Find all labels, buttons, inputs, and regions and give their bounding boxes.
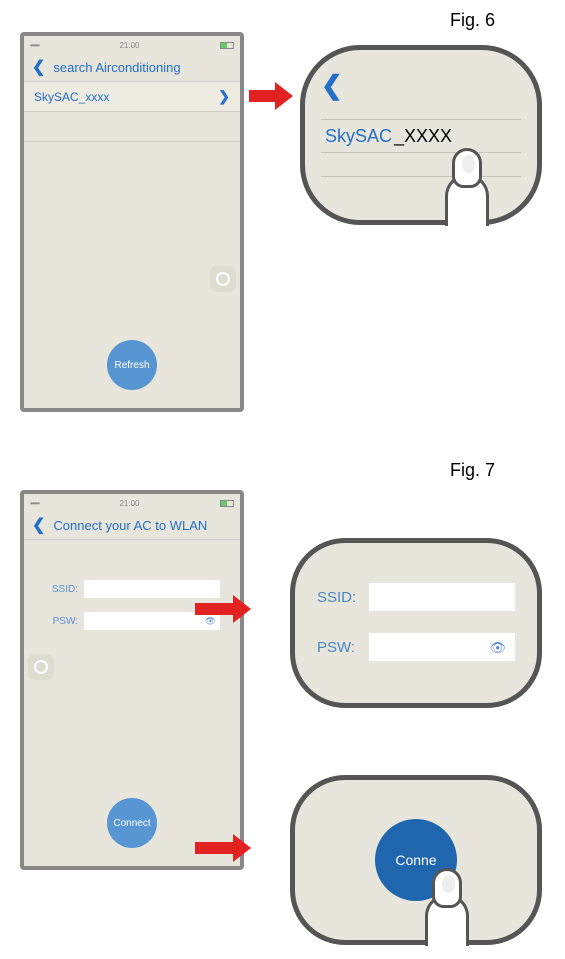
zoom-device-row: ❮ SkySAC _XXXX (300, 45, 542, 225)
connect-button[interactable]: Connect (107, 798, 157, 848)
list-row-empty (24, 112, 240, 142)
zoom-connect-button: Conne (290, 775, 542, 945)
figure-6-label: Fig. 6 (450, 10, 495, 31)
eye-icon[interactable]: 👁 (489, 640, 506, 656)
nav-title: Connect your AC to WLAN (53, 518, 207, 533)
arrow-icon (195, 595, 251, 623)
ssid-row: SSID: (317, 583, 515, 611)
phone-screen-search: 21:00 ❮ search Airconditioning SkySAC_xx… (20, 32, 244, 412)
zoom-wlan-form: SSID: PSW: 👁 (290, 538, 542, 708)
home-indicator-icon[interactable] (28, 654, 54, 680)
finger-icon (425, 868, 471, 940)
ssid-label: SSID: (44, 584, 78, 595)
connect-label: Conne (395, 852, 436, 868)
back-icon[interactable]: ❮ (321, 70, 521, 101)
ssid-row: SSID: (44, 580, 220, 598)
home-indicator-icon[interactable] (210, 266, 236, 292)
ssid-input[interactable] (369, 583, 515, 611)
nav-bar: ❮ Connect your AC to WLAN (24, 512, 240, 540)
device-list-item[interactable]: SkySAC_xxxx ❯ (24, 82, 240, 112)
chevron-right-icon: ❯ (218, 88, 230, 105)
finger-icon (445, 148, 491, 220)
psw-label: PSW: (317, 639, 369, 656)
psw-row: PSW: 👁 (44, 612, 220, 630)
device-suffix: _XXXX (394, 126, 452, 147)
psw-label: PSW: (44, 616, 78, 627)
nav-title: search Airconditioning (53, 60, 180, 75)
psw-input[interactable]: 👁 (369, 633, 515, 661)
status-time: 21:00 (119, 41, 139, 50)
status-time: 21:00 (119, 499, 139, 508)
psw-row: PSW: 👁 (317, 633, 515, 661)
status-bar: 21:00 (24, 36, 240, 54)
back-icon[interactable]: ❮ (32, 518, 45, 534)
back-icon[interactable]: ❮ (32, 60, 45, 76)
ssid-label: SSID: (317, 589, 369, 606)
device-brand: SkySAC (325, 126, 392, 147)
nav-bar: ❮ search Airconditioning (24, 54, 240, 82)
refresh-button[interactable]: Refresh (107, 340, 157, 390)
extra-rows (321, 153, 521, 177)
battery-icon (220, 42, 234, 49)
phone-screen-connect: 21:00 ❮ Connect your AC to WLAN SSID: PS… (20, 490, 244, 870)
page: Fig. 6 21:00 ❮ search Airconditioning Sk… (0, 0, 565, 959)
battery-icon (220, 500, 234, 507)
device-row-closeup[interactable]: SkySAC _XXXX (321, 119, 521, 153)
signal-icon (30, 499, 39, 508)
signal-icon (30, 41, 39, 50)
arrow-icon (249, 82, 293, 110)
arrow-icon (195, 834, 251, 862)
figure-7-label: Fig. 7 (450, 460, 495, 481)
device-name: SkySAC_xxxx (34, 90, 109, 104)
status-bar: 21:00 (24, 494, 240, 512)
